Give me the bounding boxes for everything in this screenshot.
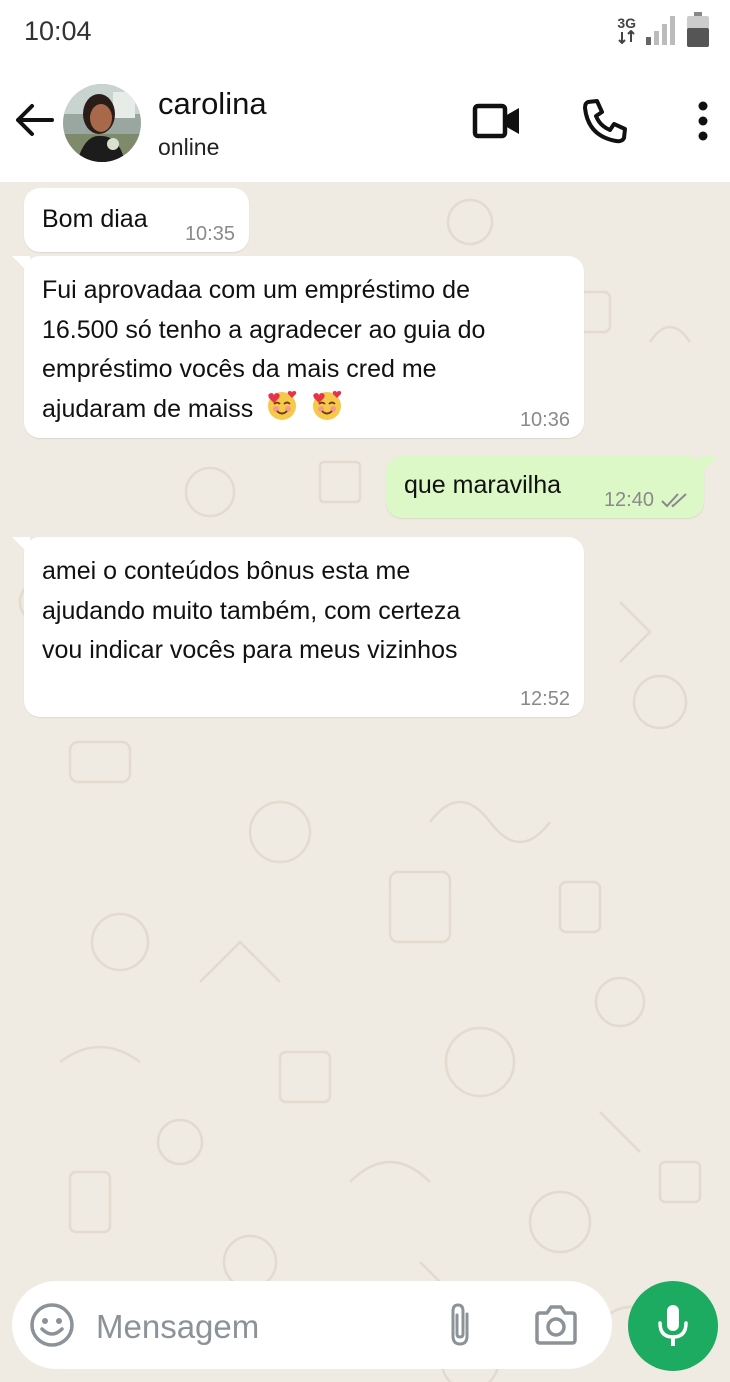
signal-icon bbox=[646, 16, 675, 45]
back-arrow-icon[interactable] bbox=[12, 98, 56, 142]
message-text-last-line: ajudaram de maiss bbox=[42, 390, 566, 430]
message-bubble-outgoing[interactable]: que maravilha 12:40 bbox=[386, 456, 704, 518]
message-text: empréstimo vocês da mais cred me bbox=[42, 355, 437, 383]
video-call-icon[interactable] bbox=[470, 94, 524, 148]
message-text: amei o conteúdos bônus esta me bbox=[42, 557, 411, 585]
message-time-with-status: 12:40 bbox=[604, 488, 690, 512]
emoji-icon[interactable] bbox=[28, 1301, 76, 1349]
message-text: ajudaram de maiss bbox=[42, 394, 254, 423]
mic-icon bbox=[658, 1305, 688, 1346]
message-bubble-incoming[interactable]: Fui aprovadaa com um empréstimo de 16.50… bbox=[24, 256, 584, 438]
double-check-icon bbox=[661, 493, 687, 508]
smiling-face-with-hearts-icon bbox=[268, 390, 297, 420]
mic-button[interactable] bbox=[628, 1281, 718, 1371]
message-text: Fui aprovadaa com um empréstimo de bbox=[42, 276, 470, 304]
status-time: 10:04 bbox=[24, 16, 92, 46]
network-indicator: 3G bbox=[617, 16, 636, 44]
smiling-face-with-hearts-icon bbox=[313, 390, 342, 420]
message-time: 10:36 bbox=[519, 409, 570, 431]
network-label: 3G bbox=[617, 15, 636, 31]
avatar[interactable] bbox=[63, 84, 141, 162]
contact-name[interactable]: carolina bbox=[158, 86, 267, 122]
message-text: 16.500 só tenho a agradecer ao guia do bbox=[42, 315, 486, 344]
phone-icon[interactable] bbox=[578, 94, 632, 148]
message-time: 12:52 bbox=[519, 688, 570, 710]
attach-icon[interactable] bbox=[436, 1301, 484, 1349]
message-bubble-incoming[interactable]: amei o conteúdos bônus esta me ajudando … bbox=[24, 537, 584, 717]
message-time: 12:40 bbox=[603, 489, 654, 511]
contact-status: online bbox=[158, 134, 220, 160]
data-arrows-icon bbox=[617, 30, 635, 44]
status-icons: 3G bbox=[617, 10, 710, 50]
message-composer[interactable]: Mensagem bbox=[12, 1281, 612, 1369]
message-text: vou indicar vocês para meus vizinhos bbox=[42, 636, 458, 664]
chat-header: carolina online bbox=[0, 64, 730, 182]
camera-icon[interactable] bbox=[532, 1301, 580, 1349]
more-vert-icon[interactable] bbox=[676, 94, 730, 148]
message-bubble-incoming[interactable]: Bom diaa 10:35 bbox=[24, 188, 249, 252]
message-text: ajudando muito também, com certeza bbox=[42, 596, 461, 625]
message-input[interactable]: Mensagem bbox=[96, 1308, 259, 1346]
status-bar: 10:04 3G bbox=[0, 0, 730, 64]
message-time: 10:35 bbox=[184, 223, 235, 245]
chat-area[interactable]: Bom diaa 10:35 Fui aprovadaa com um empr… bbox=[0, 182, 730, 1382]
battery-icon bbox=[687, 12, 709, 47]
